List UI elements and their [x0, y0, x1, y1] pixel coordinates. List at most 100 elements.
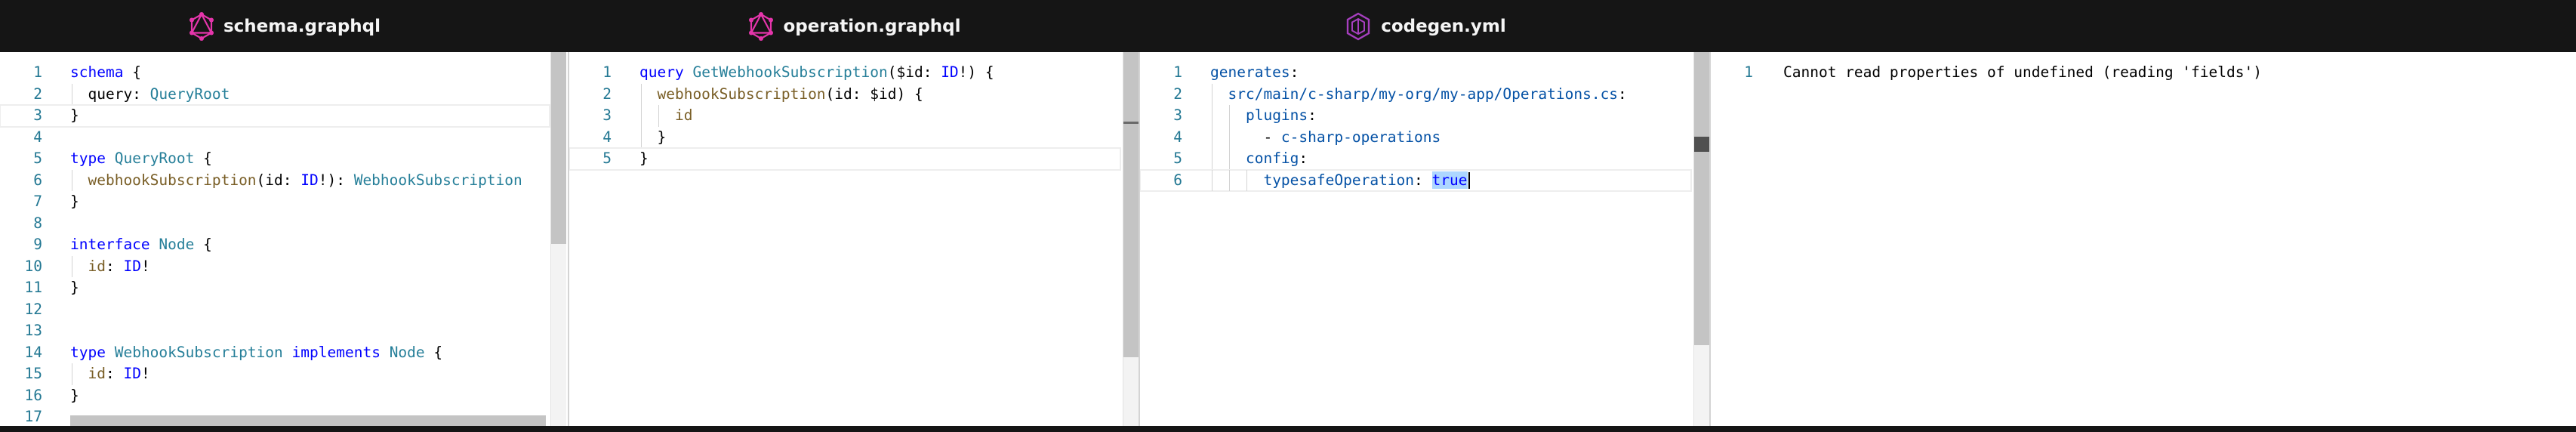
code-line[interactable]: 13 [0, 320, 550, 342]
scrollbar-thumb[interactable] [1123, 52, 1139, 357]
code-line[interactable]: 1 generates: [1140, 62, 1691, 84]
line-number: 4 [602, 128, 612, 146]
line-number: 1 [1744, 63, 1753, 81]
code-line[interactable]: 8 [0, 213, 550, 235]
line-text: webhookSubscription(id: $id) { [657, 85, 923, 103]
line-number: 12 [24, 300, 42, 318]
code-line[interactable]: 14 type WebhookSubscription implements No… [0, 342, 550, 364]
line-text: } [639, 128, 667, 146]
line-number: 17 [24, 408, 42, 425]
code-line[interactable]: 4 } [569, 126, 1120, 148]
line-number: 11 [24, 279, 42, 296]
line-text: webhookSubscription(id: ID!): WebhookSub… [88, 171, 522, 189]
line-text: config: [1245, 150, 1308, 167]
scrollbar-thumb[interactable] [1694, 52, 1709, 345]
line-text: id: ID! [88, 365, 150, 382]
code-line[interactable]: 5 config: [1140, 148, 1691, 170]
line-number: 2 [33, 85, 42, 103]
line-number: 6 [33, 171, 42, 189]
line-text: Cannot read properties of undefined (rea… [1783, 63, 2262, 81]
output-header [1711, 0, 2576, 52]
code-line[interactable]: 4 [0, 127, 550, 149]
line-text: } [70, 386, 79, 404]
code-line[interactable]: 1 query GetWebhookSubscription($id: ID!) … [569, 62, 1120, 84]
code-line[interactable]: 3 id [569, 105, 1120, 127]
line-number: 13 [24, 322, 42, 339]
codegen-tab-header[interactable]: codegen.yml [1140, 0, 1711, 52]
code-line[interactable]: 1 Cannot read properties of undefined (re… [1711, 62, 2558, 84]
bottom-border [0, 426, 2576, 432]
overview-ruler-mark [1123, 122, 1139, 124]
line-number: 7 [33, 193, 42, 210]
line-text: type QueryRoot { [70, 150, 212, 167]
code-line[interactable]: 4 - c-sharp-operations [1140, 126, 1691, 148]
line-number: 5 [33, 150, 42, 167]
line-text: } [639, 150, 649, 167]
graphql-icon [748, 11, 774, 41]
schema-tab-header[interactable]: schema.graphql [0, 0, 569, 52]
line-number: 14 [24, 343, 42, 361]
code-line[interactable]: 16} [0, 385, 550, 407]
line-number: 1 [33, 63, 42, 81]
operation-editor[interactable]: 1 query GetWebhookSubscription($id: ID!) … [569, 52, 1139, 426]
graphql-icon [189, 11, 214, 41]
line-text: } [70, 193, 79, 210]
line-number: 1 [602, 63, 612, 81]
code-line[interactable]: 12 [0, 299, 550, 321]
line-number: 4 [1173, 128, 1182, 146]
line-number: 3 [33, 106, 42, 124]
line-text: schema { [70, 63, 141, 81]
schema-horizontal-scrollbar[interactable] [70, 415, 546, 426]
code-line[interactable]: 5 type QueryRoot { [0, 148, 550, 170]
codegen-editor[interactable]: 1 generates: 2 src/main/c-sharp/my-org/my-… [1140, 52, 1709, 426]
line-text: id: ID! [88, 257, 150, 275]
code-line[interactable]: 10 id: ID! [0, 255, 550, 277]
code-line[interactable]: 6 typesafeOperation: true [1140, 168, 1692, 192]
scrollbar-thumb[interactable] [551, 52, 566, 244]
line-number: 2 [602, 85, 612, 103]
code-line[interactable]: 1 schema { [0, 62, 550, 84]
code-line[interactable]: 2 query: QueryRoot [0, 83, 550, 105]
codegen-icon [1345, 12, 1372, 41]
line-number: 16 [24, 386, 42, 404]
line-text: src/main/c-sharp/my-org/my-app/Operation… [1228, 85, 1627, 103]
tab-title: operation.graphql [783, 16, 961, 36]
line-text: plugins: [1245, 106, 1317, 124]
line-text: - c-sharp-operations [1210, 128, 1441, 146]
operation-code-lines[interactable]: 1 query GetWebhookSubscription($id: ID!) … [569, 62, 1121, 171]
line-text: query: QueryRoot [70, 85, 230, 103]
line-number: 1 [1173, 63, 1182, 81]
code-line[interactable]: 11} [0, 277, 550, 299]
codegen-code-lines[interactable]: 1 generates: 2 src/main/c-sharp/my-org/my-… [1140, 62, 1692, 192]
schema-vertical-scrollbar[interactable] [550, 52, 566, 426]
line-text: interface Node { [70, 236, 212, 253]
code-line[interactable]: 9 interface Node { [0, 234, 550, 256]
schema-editor[interactable]: 1 schema {2 query: QueryRoot 3} 4 5 type Quer… [0, 52, 568, 426]
line-number: 4 [33, 128, 42, 146]
line-number: 6 [1173, 171, 1182, 189]
cursor-ruler-mark [1694, 137, 1709, 152]
codegen-playground: schema.graphql operation.graphql codegen… [0, 0, 2576, 432]
code-line[interactable]: 2 src/main/c-sharp/my-org/my-app/Operati… [1140, 83, 1691, 105]
line-number: 3 [1173, 106, 1182, 124]
codegen-vertical-scrollbar[interactable] [1693, 52, 1709, 426]
code-line[interactable]: 5} [569, 147, 1121, 171]
code-line[interactable]: 7} [0, 191, 550, 213]
line-text: id [674, 106, 693, 124]
schema-code-lines[interactable]: 1 schema {2 query: QueryRoot 3} 4 5 type Quer… [0, 62, 550, 426]
line-number: 2 [1173, 85, 1182, 103]
operation-vertical-scrollbar[interactable] [1123, 52, 1139, 426]
line-number: 15 [24, 365, 42, 382]
operation-tab-header[interactable]: operation.graphql [569, 0, 1140, 52]
code-line[interactable]: 3} [0, 104, 550, 128]
code-line[interactable]: 3 plugins: [1140, 105, 1691, 127]
line-text: type WebhookSubscription implements Node… [70, 343, 443, 361]
code-line[interactable]: 6 webhookSubscription(id: ID!): WebhookS… [0, 169, 550, 191]
line-number: 8 [33, 214, 42, 232]
code-line[interactable]: 2 webhookSubscription(id: $id) { [569, 83, 1120, 105]
code-line[interactable]: 15 id: ID! [0, 363, 550, 385]
output-lines: 1 Cannot read properties of undefined (re… [1711, 62, 2558, 84]
line-number: 5 [1173, 150, 1182, 167]
line-text: } [70, 106, 79, 124]
tab-title: codegen.yml [1381, 16, 1506, 36]
